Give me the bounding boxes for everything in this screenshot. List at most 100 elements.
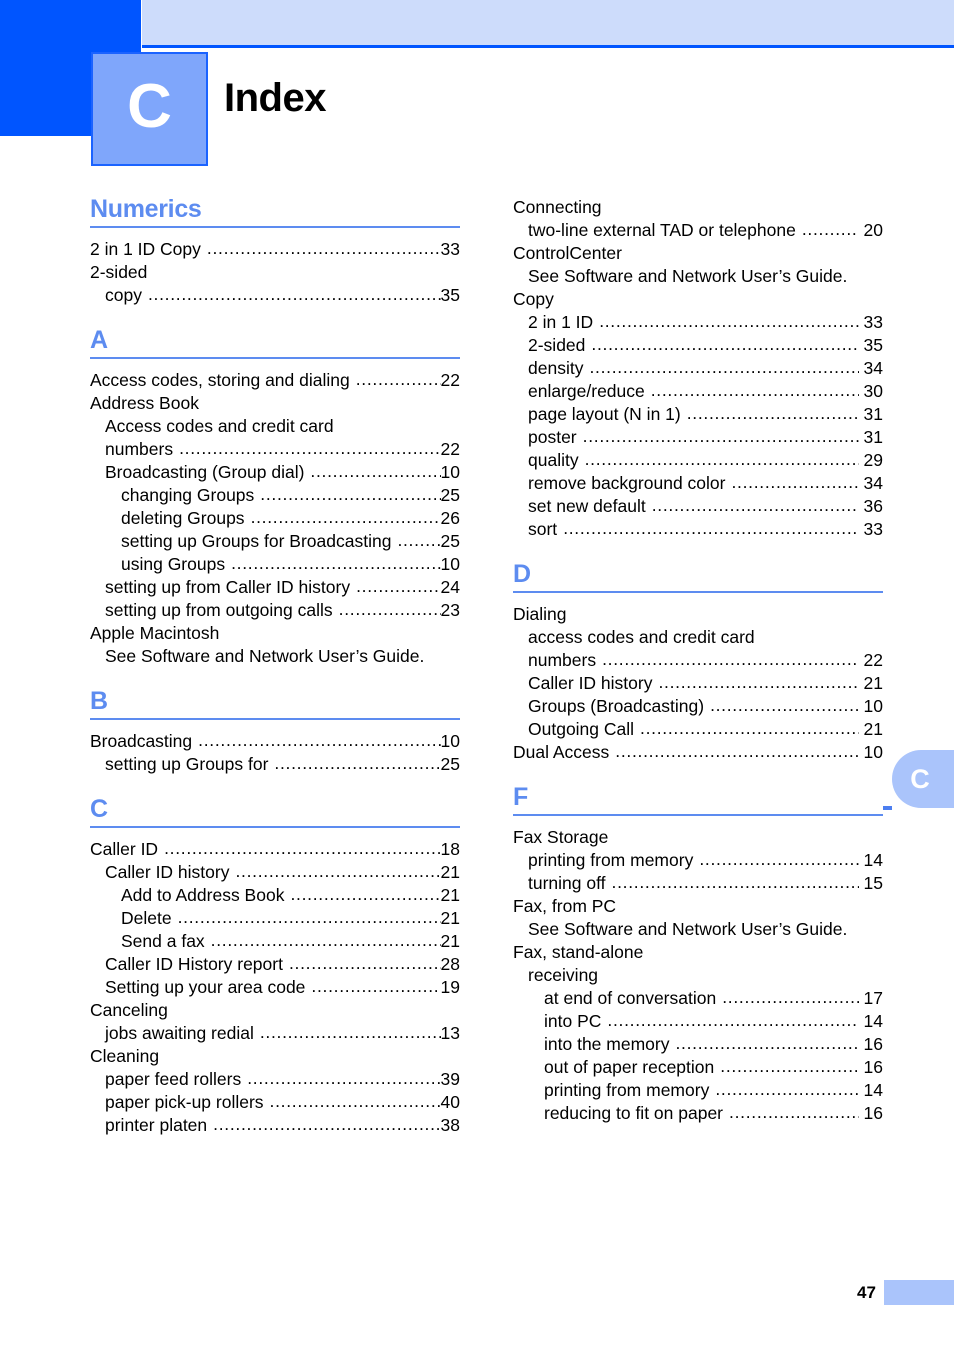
dot-leader [675, 1032, 858, 1055]
index-entry[interactable]: Setting up your area code 19 [90, 976, 460, 999]
index-entry: Fax, from PC [513, 895, 883, 918]
index-entry[interactable]: enlarge/reduce 30 [513, 380, 883, 403]
index-entry[interactable]: remove background color 34 [513, 472, 883, 495]
index-entry-page-number: 34 [863, 473, 883, 493]
index-entry[interactable]: Caller ID history 21 [513, 672, 883, 695]
index-entry[interactable]: printing from memory 14 [513, 1079, 883, 1102]
index-entry[interactable]: Caller ID History report 28 [90, 953, 460, 976]
index-entry[interactable]: numbers 22 [513, 649, 883, 672]
dot-leader [722, 986, 858, 1009]
dot-leader [339, 598, 441, 621]
index-entry[interactable]: at end of conversation 17 [513, 987, 883, 1010]
index-section: CCaller ID18Caller ID history21Add to Ad… [90, 796, 460, 1137]
index-entry[interactable]: paper feed rollers 39 [90, 1068, 460, 1091]
dot-leader [251, 506, 441, 529]
index-entry[interactable]: Add to Address Book 21 [90, 884, 460, 907]
index-entry[interactable]: Caller ID history 21 [90, 861, 460, 884]
index-entry[interactable]: into PC 14 [513, 1010, 883, 1033]
section-letter-heading: A [90, 326, 108, 354]
index-entry-label: printer platen [105, 1115, 208, 1135]
index-entry[interactable]: Dual Access 10 [513, 741, 883, 764]
index-entry[interactable]: Broadcasting (Group dial) 10 [90, 461, 460, 484]
index-entry[interactable]: setting up from outgoing calls 23 [90, 599, 460, 622]
index-entry-page-number: 21 [440, 885, 460, 905]
index-entry[interactable]: poster 31 [513, 426, 883, 449]
index-entry[interactable]: Access codes, storing and dialing 22 [90, 369, 460, 392]
index-entry[interactable]: printing from memory 14 [513, 849, 883, 872]
dot-leader [270, 1090, 441, 1113]
index-entry[interactable]: changing Groups 25 [90, 484, 460, 507]
index-entry[interactable]: reducing to fit on paper 16 [513, 1102, 883, 1125]
dot-leader [289, 952, 441, 975]
dot-leader [710, 694, 858, 717]
index-entry-page-number: 28 [440, 954, 460, 974]
index-entry: Cleaning [90, 1045, 460, 1068]
index-entry-label: out of paper reception [544, 1057, 715, 1077]
index-entry[interactable]: turning off 15 [513, 872, 883, 895]
index-entry[interactable]: set new default 36 [513, 495, 883, 518]
index-entry[interactable]: paper pick-up rollers 40 [90, 1091, 460, 1114]
index-entry-label: Address Book [90, 393, 199, 413]
index-column-right: Connecting two-line external TAD or telep… [513, 196, 883, 1137]
index-entry[interactable]: Groups (Broadcasting) 10 [513, 695, 883, 718]
index-entry-page-number: 17 [863, 988, 883, 1008]
index-entry[interactable]: setting up from Caller ID history 24 [90, 576, 460, 599]
index-entry-page-number: 10 [863, 696, 883, 716]
index-entry[interactable]: 2-sided 35 [513, 334, 883, 357]
index-entry-page-number: 24 [440, 577, 460, 597]
index-entry[interactable]: setting up Groups for 25 [90, 753, 460, 776]
index-entry-label: Outgoing Call [528, 719, 635, 739]
index-entry-label: paper feed rollers [105, 1069, 242, 1089]
index-entry[interactable]: 2 in 1 ID Copy 33 [90, 238, 460, 261]
index-entry-page-number: 21 [863, 719, 883, 739]
index-entry-label: Caller ID history [528, 673, 653, 693]
index-entry: ControlCenter [513, 242, 883, 265]
index-entry[interactable]: printer platen 38 [90, 1114, 460, 1137]
index-entry-label: ControlCenter [513, 243, 622, 263]
index-entry[interactable]: deleting Groups 26 [90, 507, 460, 530]
index-entry-label: remove background color [528, 473, 726, 493]
index-entry: Fax, stand-alone [513, 941, 883, 964]
index-entry[interactable]: out of paper reception 16 [513, 1056, 883, 1079]
index-entry-label: using Groups [121, 554, 226, 574]
index-entry[interactable]: Delete 21 [90, 907, 460, 930]
index-entry-label: See Software and Network User’s Guide. [528, 919, 848, 939]
index-entry-page-number: 10 [863, 742, 883, 762]
dot-leader [247, 1067, 440, 1090]
index-entry-label: Caller ID history [105, 862, 230, 882]
index-entry[interactable]: 2 in 1 ID 33 [513, 311, 883, 334]
index-entry-page-number: 10 [440, 731, 460, 751]
dot-leader [658, 671, 858, 694]
index-entry[interactable]: quality 29 [513, 449, 883, 472]
index-entry-list: Broadcasting 10 setting up Groups for 25 [90, 730, 460, 776]
index-entry[interactable]: Send a fax 21 [90, 930, 460, 953]
index-entry[interactable]: page layout (N in 1) 31 [513, 403, 883, 426]
index-entry[interactable]: density 34 [513, 357, 883, 380]
index-entry[interactable]: Caller ID 18 [90, 838, 460, 861]
index-entry[interactable]: Outgoing Call 21 [513, 718, 883, 741]
index-column-left: Numerics 2 in 1 ID Copy 33 2-sided copy 35 A Ac… [90, 196, 460, 1137]
index-entry[interactable]: sort 33 [513, 518, 883, 541]
index-entry-label: 2 in 1 ID Copy [90, 239, 201, 259]
section-divider [90, 357, 460, 359]
index-entry[interactable]: two-line external TAD or telephone 20 [513, 219, 883, 242]
index-entry[interactable]: jobs awaiting redial 13 [90, 1022, 460, 1045]
index-entry[interactable]: Broadcasting 10 [90, 730, 460, 753]
index-entry-label: two-line external TAD or telephone [528, 220, 796, 240]
index-entry-label: turning off [528, 873, 606, 893]
index-entry-page-number: 25 [440, 531, 460, 551]
index-entry-page-number: 22 [440, 439, 460, 459]
index-entry[interactable]: setting up Groups for Broadcasting 25 [90, 530, 460, 553]
index-entry[interactable]: copy 35 [90, 284, 460, 307]
index-section: D Dialing access codes and credit card numb… [513, 561, 883, 764]
index-entry-label: numbers [105, 439, 174, 459]
index-entry-label: Copy [513, 289, 554, 309]
side-tab-marker [883, 806, 892, 810]
index-entry-label: Caller ID [90, 839, 159, 859]
index-entry[interactable]: into the memory 16 [513, 1033, 883, 1056]
index-entry[interactable]: using Groups 10 [90, 553, 460, 576]
index-entry[interactable]: numbers 22 [90, 438, 460, 461]
index-section: FFax Storageprinting from memory14turnin… [513, 784, 883, 1125]
index-entry-label: Fax Storage [513, 827, 609, 847]
index-entry-page-number: 16 [863, 1034, 883, 1054]
